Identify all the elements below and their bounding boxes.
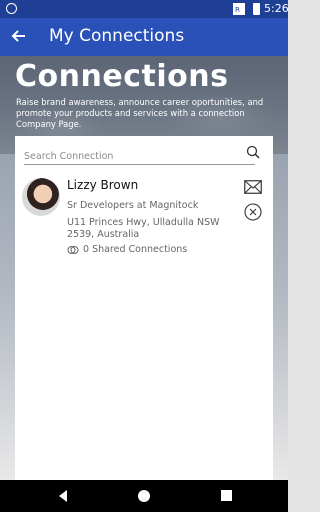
battery-icon <box>253 3 260 15</box>
search-icon[interactable] <box>246 145 260 159</box>
shared-connections-icon <box>67 246 79 254</box>
connection-name: Lizzy Brown <box>67 178 139 192</box>
avatar <box>22 178 60 216</box>
search-input[interactable]: Search Connection <box>24 144 255 165</box>
connections-card: Search Connection Lizzy Brown Sr Develop… <box>15 136 273 480</box>
nav-back-icon[interactable] <box>56 489 70 503</box>
status-bar: R 5:26 <box>0 0 289 18</box>
nav-recents-icon[interactable] <box>221 490 232 501</box>
status-time: 5:26 <box>264 2 289 15</box>
remove-connection-icon[interactable] <box>244 203 262 221</box>
mail-icon[interactable] <box>244 180 262 194</box>
notification-icon <box>6 3 17 14</box>
connection-address: U11 Princes Hwy, Ulladulla NSW 2539, Aus… <box>67 217 220 240</box>
svg-text:R: R <box>235 6 240 14</box>
hero-description: Raise brand awareness, announce career o… <box>16 97 264 129</box>
connection-role: Sr Developers at Magnitock <box>67 200 199 211</box>
search-placeholder: Search Connection <box>24 151 114 162</box>
arrow-left-icon[interactable] <box>10 27 28 45</box>
page-title: My Connections <box>49 26 185 46</box>
nav-home-icon[interactable] <box>138 490 150 502</box>
navigation-bar <box>0 480 288 512</box>
shared-connections-label: 0 Shared Connections <box>83 244 188 255</box>
app-bar: My Connections <box>0 18 288 56</box>
signal-icon: R <box>233 3 245 15</box>
hero-title: Connections <box>15 59 229 94</box>
